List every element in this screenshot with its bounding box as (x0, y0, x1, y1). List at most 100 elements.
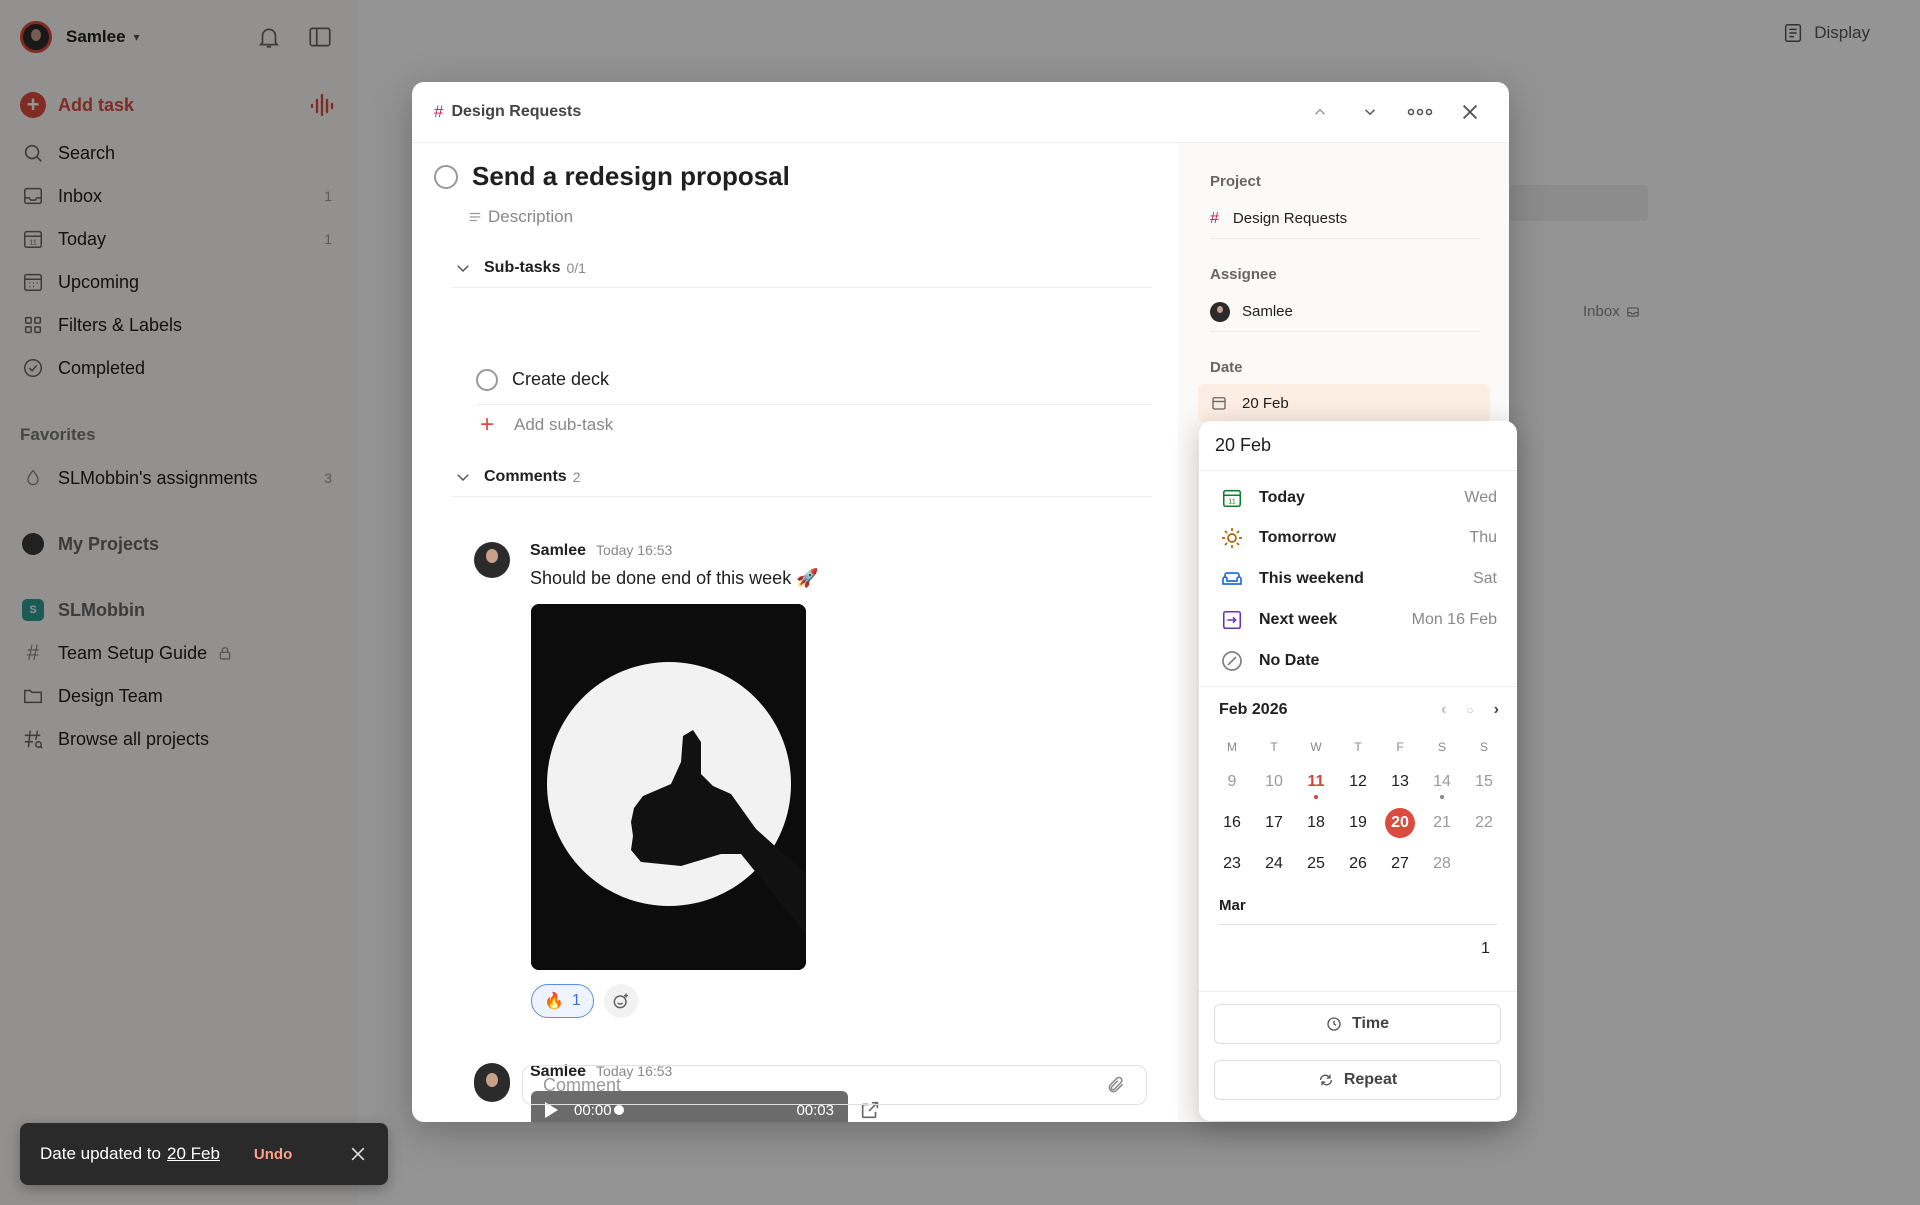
calendar-day[interactable]: 15 (1463, 773, 1505, 791)
date-value: 20 Feb (1242, 394, 1289, 412)
comments-toggle[interactable]: Comments 2 (452, 457, 1152, 497)
add-emoji-icon (613, 993, 628, 1009)
date-picker-popover: 20 Feb 11 Today Wed Tomorrow Thu This we… (1199, 421, 1517, 1121)
calendar-day[interactable]: 23 (1211, 855, 1253, 873)
svg-text:11: 11 (1228, 497, 1236, 506)
previous-task-button[interactable] (1303, 95, 1337, 129)
calendar-day[interactable]: 17 (1253, 814, 1295, 832)
divider (1199, 686, 1517, 687)
reaction-count: 1 (571, 992, 581, 1009)
next-task-button[interactable] (1353, 95, 1387, 129)
calendar-day: 9 (1227, 772, 1237, 790)
reaction-fire-button[interactable]: 🔥 1 (531, 984, 594, 1018)
quick-date-day: Mon 16 Feb (1411, 611, 1497, 628)
breadcrumb[interactable]: # Design Requests (434, 102, 581, 122)
audio-scrubber-handle[interactable] (613, 1105, 624, 1115)
weekday-label: F (1396, 740, 1404, 754)
calendar-day[interactable]: 18 (1295, 814, 1337, 832)
chevron-up-icon (1314, 108, 1326, 115)
paperclip-icon[interactable] (1106, 1075, 1126, 1095)
comment-image-attachment[interactable] (531, 604, 806, 970)
project-label: Project (1210, 173, 1261, 190)
subtask-checkbox[interactable] (476, 368, 498, 391)
comments-label: Comments (484, 467, 567, 485)
calendar-day[interactable]: 14 (1421, 773, 1463, 799)
comment-author: Samlee (530, 542, 587, 559)
calendar-day[interactable]: 16 (1211, 814, 1253, 832)
quick-date-today[interactable]: 11 Today Wed (1199, 478, 1517, 518)
date-selector[interactable]: 20 Feb (1198, 384, 1490, 422)
quick-date-label: This weekend (1259, 570, 1364, 587)
avatar (474, 542, 510, 578)
calendar-day[interactable]: 12 (1337, 773, 1379, 791)
weekday-label: T (1270, 740, 1278, 754)
description-placeholder: Description (488, 207, 574, 226)
comment-input[interactable]: Comment (522, 1065, 1147, 1105)
current-month-button[interactable]: ○ (1466, 703, 1473, 717)
more-actions-button[interactable] (1403, 95, 1437, 129)
calendar-day[interactable]: 13 (1379, 773, 1421, 791)
calendar-day[interactable]: 24 (1253, 855, 1295, 873)
project-selector[interactable]: # Design Requests (1210, 199, 1480, 239)
description-icon (469, 212, 481, 222)
modal-header: # Design Requests (412, 82, 1509, 143)
comment-placeholder: Comment (543, 1074, 622, 1095)
calendar-day-selected[interactable]: 20 (1379, 807, 1421, 838)
add-subtask-button[interactable]: + Add sub-task (476, 411, 613, 439)
description-field[interactable]: Description (468, 207, 573, 227)
quick-date-label: Today (1259, 489, 1305, 506)
task-title-row: Send a redesign proposal (434, 161, 790, 192)
chevron-down-icon (457, 473, 469, 481)
quick-date-day: Sat (1472, 570, 1497, 587)
next-month-button[interactable]: › (1494, 701, 1499, 719)
quick-date-label: Tomorrow (1259, 529, 1337, 546)
toast-notification: Date updated to 20 Feb Undo (20, 1123, 388, 1185)
selected-day-number: 20 (1385, 807, 1415, 838)
assignee-selector[interactable]: Samlee (1210, 292, 1480, 332)
close-icon[interactable] (348, 1144, 368, 1164)
calendar-day[interactable]: 21 (1421, 814, 1463, 832)
calendar-day[interactable]: 22 (1463, 814, 1505, 832)
calendar-day-today[interactable]: 11 (1295, 773, 1337, 799)
quick-date-label: No Date (1259, 652, 1320, 669)
project-value: Design Requests (1232, 210, 1348, 227)
calendar-day[interactable]: 28 (1421, 855, 1463, 873)
next-month-label: Mar (1219, 897, 1246, 914)
complete-task-checkbox[interactable] (434, 164, 458, 189)
repeat-button[interactable]: Repeat (1214, 1060, 1501, 1100)
add-reaction-button[interactable] (603, 984, 638, 1018)
thumbs-up-photo (531, 604, 806, 970)
subtasks-toggle[interactable]: Sub-tasks 0/1 (452, 248, 1152, 288)
calendar-day[interactable]: 1 (1481, 940, 1490, 958)
time-button[interactable]: Time (1214, 1004, 1501, 1044)
calendar-day[interactable]: 26 (1337, 855, 1379, 873)
quick-date-this-weekend[interactable]: This weekend Sat (1199, 559, 1517, 599)
calendar-today-icon: 11 (1222, 489, 1242, 508)
picker-footer: Time Repeat (1199, 991, 1517, 1121)
weekday-label: S (1479, 740, 1488, 754)
sun-icon (1222, 528, 1242, 548)
date-text-input[interactable]: 20 Feb (1199, 421, 1517, 471)
quick-date-day: Wed (1464, 489, 1497, 506)
assignee-label: Assignee (1210, 266, 1277, 283)
calendar-grid: M T W T F S S 9 10 11 12 13 14 15 16 17 … (1211, 739, 1505, 884)
calendar-day[interactable]: 25 (1295, 855, 1337, 873)
calendar-day[interactable]: 19 (1337, 814, 1379, 832)
comment-time: Today 16:53 (596, 542, 673, 558)
subtask-item[interactable]: Create deck (476, 355, 1152, 405)
toast-date-link[interactable]: 20 Feb (167, 1144, 220, 1164)
quick-date-next-week[interactable]: Next week Mon 16 Feb (1199, 600, 1517, 640)
subtasks-count: 0/1 (566, 259, 586, 276)
weekday-label: M (1227, 740, 1237, 754)
quick-date-no-date[interactable]: No Date (1199, 641, 1517, 681)
close-modal-button[interactable] (1453, 95, 1487, 129)
task-title[interactable]: Send a redesign proposal (472, 161, 790, 192)
hash-icon: # (1210, 209, 1219, 227)
fire-emoji: 🔥 (544, 993, 564, 1010)
calendar-day[interactable]: 27 (1379, 855, 1421, 873)
date-label: Date (1210, 359, 1243, 376)
quick-date-tomorrow[interactable]: Tomorrow Thu (1199, 518, 1517, 558)
no-date-icon (1222, 651, 1242, 671)
undo-button[interactable]: Undo (254, 1146, 292, 1163)
previous-month-button[interactable]: ‹ (1441, 701, 1446, 719)
